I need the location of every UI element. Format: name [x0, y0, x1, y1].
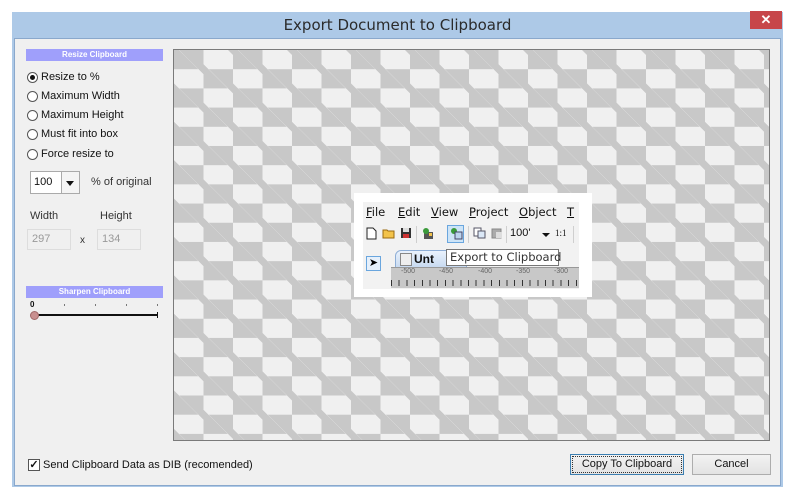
preview-tooltip: Export to Clipboard	[446, 249, 561, 266]
slider-tick	[126, 304, 127, 306]
resize-clipboard-header: Resize Clipboard	[26, 49, 163, 61]
export-icon	[421, 227, 435, 241]
dialog-body: Resize Clipboard Resize to % Maximum Wid…	[14, 38, 781, 486]
width-input[interactable]: 297	[27, 229, 71, 250]
checkmark-icon[interactable]: ✓	[28, 459, 40, 471]
preview-ruler: -500 -450 -400 -350 -300	[391, 267, 579, 288]
ruler-label: -300	[554, 268, 569, 275]
close-icon: ✕	[760, 12, 772, 27]
height-label: Height	[100, 210, 132, 222]
preview-canvas: File Edit View Project Object T 100' 1:1…	[173, 49, 770, 441]
radio-icon	[27, 148, 38, 160]
clipboard-preview-image: File Edit View Project Object T 100' 1:1…	[354, 193, 592, 297]
radio-force-resize[interactable]: Force resize to	[27, 146, 114, 162]
preview-tab-label: Unt	[414, 252, 434, 266]
preview-ratio-label: 1:1	[555, 228, 567, 238]
toolbar-separator	[416, 226, 417, 243]
slider-value-label: 0	[30, 300, 35, 309]
percent-combobox[interactable]: 100	[30, 171, 80, 194]
radio-must-fit-box[interactable]: Must fit into box	[27, 126, 118, 142]
paste-icon	[489, 227, 503, 241]
radio-resize-percent[interactable]: Resize to %	[27, 69, 100, 85]
dialog-title: Export Document to Clipboard	[283, 16, 512, 34]
percent-suffix-label: % of original	[91, 176, 152, 188]
radio-icon	[27, 128, 38, 140]
ruler-ticks	[391, 280, 579, 286]
radio-label: Maximum Height	[41, 109, 124, 121]
preview-zoom-value: 100'	[510, 227, 531, 239]
ruler-label: -400	[478, 268, 493, 275]
slider-track[interactable]	[32, 314, 158, 316]
document-icon	[400, 253, 412, 266]
chevron-down-icon[interactable]	[61, 172, 79, 193]
ruler-label: -350	[516, 268, 531, 275]
pointer-tool-icon: ➤	[366, 256, 381, 271]
dib-checkbox-label: Send Clipboard Data as DIB (recomended)	[43, 459, 253, 471]
preview-menu-project: Project	[469, 205, 509, 219]
toolbar-separator	[573, 226, 574, 243]
preview-menu-object: Object	[519, 205, 557, 219]
sharpen-clipboard-header: Sharpen Clipboard	[26, 286, 163, 298]
radio-label: Force resize to	[41, 148, 114, 160]
close-button[interactable]: ✕	[750, 11, 782, 29]
export-dialog: Export Document to Clipboard ✕ Resize Cl…	[12, 11, 783, 487]
sharpen-slider[interactable]: 0	[30, 300, 160, 324]
radio-icon	[27, 90, 38, 102]
preview-menu-view: View	[431, 205, 459, 219]
slider-end-tick	[157, 312, 158, 318]
preview-toolbar: 100' 1:1	[363, 222, 579, 247]
toolbar-separator	[506, 226, 507, 243]
copy-icon	[472, 227, 486, 241]
chevron-down-icon	[542, 233, 550, 237]
radio-icon	[27, 109, 38, 121]
slider-thumb[interactable]	[30, 311, 39, 320]
cancel-button[interactable]: Cancel	[692, 454, 771, 475]
dib-checkbox[interactable]: ✓ Send Clipboard Data as DIB (recomended…	[28, 459, 253, 471]
slider-tick	[64, 304, 65, 306]
height-input[interactable]: 134	[97, 229, 141, 250]
percent-value[interactable]: 100	[34, 176, 52, 188]
radio-label: Maximum Width	[41, 90, 120, 102]
save-icon	[399, 227, 413, 241]
times-label: x	[80, 235, 85, 246]
preview-menu-truncated: T	[567, 205, 575, 219]
radio-maximum-height[interactable]: Maximum Height	[27, 107, 124, 123]
ruler-label: -450	[439, 268, 454, 275]
open-icon	[382, 227, 396, 241]
export-clipboard-icon	[449, 227, 463, 241]
toolbar-separator	[468, 226, 469, 243]
radio-maximum-width[interactable]: Maximum Width	[27, 88, 120, 104]
width-label: Width	[30, 210, 59, 222]
new-icon	[364, 227, 378, 241]
preview-menu-file: File	[366, 205, 386, 219]
slider-tick	[95, 304, 96, 306]
title-bar[interactable]: Export Document to Clipboard ✕	[12, 11, 783, 38]
radio-label: Must fit into box	[41, 128, 119, 140]
preview-menu-bar: File Edit View Project Object T	[363, 202, 579, 222]
slider-tick	[157, 304, 158, 306]
copy-to-clipboard-button[interactable]: Copy To Clipboard	[570, 454, 684, 475]
radio-label: Resize to %	[41, 71, 100, 83]
preview-menu-edit: Edit	[398, 205, 421, 219]
ruler-label: -500	[401, 268, 416, 275]
radio-icon	[27, 71, 38, 83]
